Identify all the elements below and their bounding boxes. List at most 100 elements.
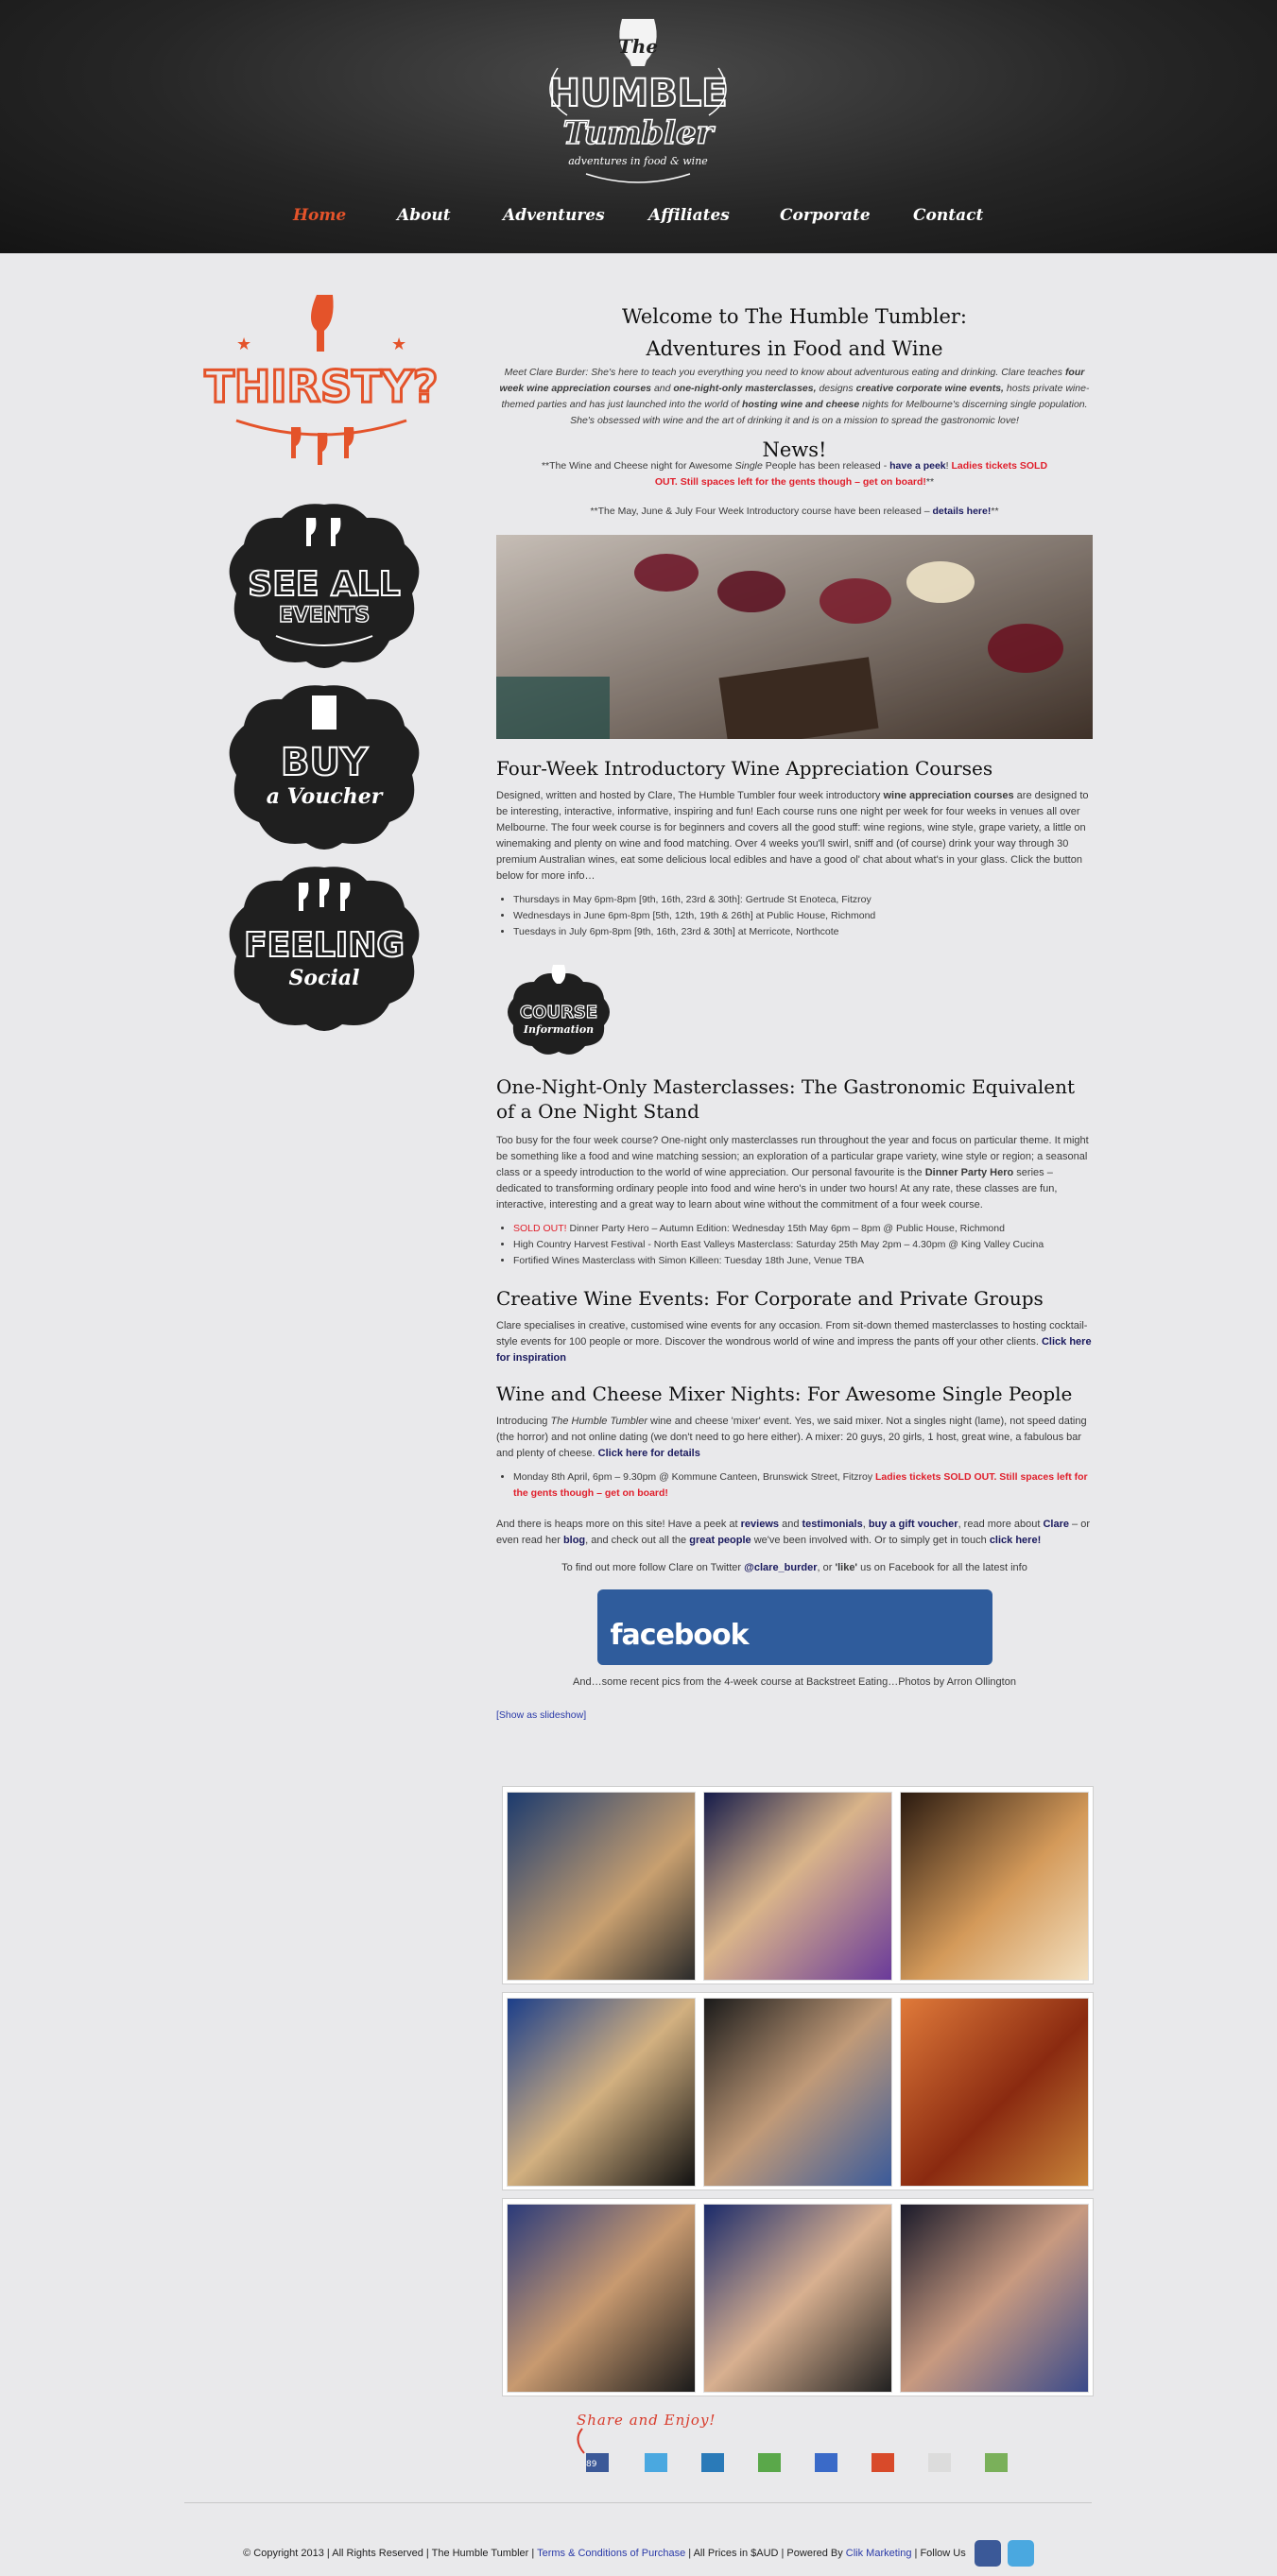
footer: © Copyright 2013 | All Rights Reserved |… [0, 2540, 1277, 2567]
gallery-thumb[interactable] [703, 2204, 892, 2393]
news-item-2: **The May, June & July Four Week Introdu… [590, 506, 999, 517]
badge-line1: FEELING [244, 926, 405, 965]
more-paragraph: And there is heaps more on this site! Ha… [496, 1519, 1090, 1546]
section-title-masterclasses: One-Night-Only Masterclasses: The Gastro… [496, 1075, 1076, 1123]
main-nav: Home About Adventures Affiliates Corpora… [0, 206, 1277, 234]
badge-line2: EVENTS [279, 604, 370, 627]
courses-paragraph: Designed, written and hosted by Clare, T… [496, 790, 1089, 882]
twitter-follow-icon[interactable] [1007, 2540, 1034, 2567]
facebook-like-box[interactable]: facebook [596, 1589, 992, 1665]
wine-glasses-photo [496, 535, 1093, 739]
great-people-link[interactable]: great people [689, 1535, 751, 1546]
svg-text:★: ★ [236, 335, 251, 353]
linkedin-share-icon [701, 2453, 724, 2472]
stumbleupon-share-icon [871, 2453, 894, 2472]
section-title-corporate: Creative Wine Events: For Corporate and … [496, 1287, 1044, 1310]
nav-affiliates[interactable]: Affiliates [648, 206, 730, 225]
gallery-thumb[interactable] [703, 1792, 892, 1981]
gallery-thumb[interactable] [900, 2204, 1089, 2393]
twitter-handle-link[interactable]: @clare_burder [744, 1562, 817, 1573]
photos-caption: And…some recent pics from the 4-week cou… [573, 1676, 1016, 1688]
list-item: Fortified Wines Masterclass with Simon K… [513, 1253, 1093, 1269]
facebook-logo: facebook [610, 1619, 750, 1652]
gallery-thumb[interactable] [900, 1792, 1089, 1981]
feeling-social-badge[interactable]: FEELING Social [219, 862, 429, 1032]
gift-voucher-link[interactable]: buy a gift voucher [869, 1519, 958, 1530]
course-btn-line1: COURSE [520, 1003, 597, 1022]
details-here-link[interactable]: details here! [933, 506, 992, 517]
facebook-follow-icon[interactable] [974, 2540, 1001, 2567]
nav-home[interactable]: Home [293, 206, 346, 225]
gallery-thumb[interactable] [507, 1792, 696, 1981]
badge-line1: SEE ALL [248, 565, 400, 604]
gallery-thumb[interactable] [703, 1998, 892, 2187]
reviews-link[interactable]: reviews [741, 1519, 779, 1530]
blog-link[interactable]: blog [563, 1535, 585, 1546]
welcome-title-2: Adventures in Food and Wine [646, 337, 943, 360]
show-slideshow-link[interactable]: [Show as slideshow] [496, 1709, 586, 1721]
badge-line2: a Voucher [267, 784, 384, 809]
masterclass-list: SOLD OUT! Dinner Party Hero – Autumn Edi… [496, 1221, 1093, 1269]
share-label: Share and Enjoy! [577, 2412, 716, 2429]
print-share-icon [985, 2453, 1008, 2472]
gallery-row [502, 1992, 1094, 2190]
badge-line2: Social [289, 966, 360, 990]
google-share-icon [815, 2453, 837, 2472]
thirsty-graphic[interactable]: THIRSTY? ★ ★ [180, 283, 463, 472]
logo-tumbler: Tumbler [562, 114, 715, 152]
nav-contact[interactable]: Contact [913, 206, 983, 225]
gallery-thumb[interactable] [507, 1998, 696, 2187]
see-all-events-badge[interactable]: SEE ALL EVENTS [219, 499, 429, 669]
list-item: Wednesdays in June 6pm-8pm [5th, 12th, 1… [513, 908, 1093, 924]
logo-tagline: adventures in food & wine [568, 155, 708, 167]
logo-the: The [618, 35, 658, 58]
list-item: High Country Harvest Festival - North Ea… [513, 1237, 1093, 1253]
gallery-thumb[interactable] [507, 2204, 696, 2393]
share-and-enjoy: Share and Enjoy! 89 [577, 2412, 1008, 2472]
intro-paragraph: Meet Clare Burder: She's here to teach y… [499, 367, 1090, 426]
mixer-list: Monday 8th April, 6pm – 9.30pm @ Kommune… [496, 1469, 1093, 1502]
list-item: Tuesdays in July 6pm-8pm [9th, 16th, 23r… [513, 924, 1093, 940]
main-content: Welcome to The Humble Tumbler: Adventure… [496, 301, 1093, 1724]
humble-tumbler-logo[interactable]: The HUMBLE Tumbler adventures in food & … [529, 11, 747, 191]
mixer-paragraph: Introducing The Humble Tumbler wine and … [496, 1416, 1087, 1459]
have-a-peek-link[interactable]: have a peek [889, 460, 946, 472]
email-share-icon [928, 2453, 951, 2472]
contact-click-here-link[interactable]: click here! [990, 1535, 1041, 1546]
list-item: Thursdays in May 6pm-8pm [9th, 16th, 23r… [513, 892, 1093, 908]
buy-voucher-badge[interactable]: BUY a Voucher [219, 680, 429, 850]
course-dates-list: Thursdays in May 6pm-8pm [9th, 16th, 23r… [496, 892, 1093, 940]
section-title-courses: Four-Week Introductory Wine Appreciation… [496, 757, 993, 780]
welcome-title-1: Welcome to The Humble Tumbler: [622, 305, 967, 328]
footer-divider [184, 2502, 1092, 2503]
svg-text:★: ★ [391, 335, 406, 353]
twitter-share-icon [645, 2453, 667, 2472]
list-item: SOLD OUT! Dinner Party Hero – Autumn Edi… [513, 1221, 1093, 1237]
terms-link[interactable]: Terms & Conditions of Purchase [537, 2548, 685, 2559]
badge-line1: BUY [281, 741, 369, 784]
mixer-details-link[interactable]: Click here for details [598, 1448, 700, 1459]
course-btn-line2: Information [523, 1023, 594, 1036]
news-title: News! [762, 438, 827, 461]
delicious-share-icon [758, 2453, 781, 2472]
share-count: 89 [586, 2460, 597, 2469]
clare-link[interactable]: Clare [1043, 1519, 1069, 1530]
masterclasses-paragraph: Too busy for the four week course? One-n… [496, 1135, 1089, 1211]
clik-marketing-link[interactable]: Clik Marketing [846, 2548, 912, 2559]
voucher-icon [312, 696, 337, 730]
thirsty-text: THIRSTY? [205, 361, 439, 412]
nav-about[interactable]: About [397, 206, 451, 225]
course-information-button[interactable]: COURSE Information [502, 961, 615, 1056]
nav-adventures[interactable]: Adventures [503, 206, 605, 225]
section-title-mixer: Wine and Cheese Mixer Nights: For Awesom… [496, 1382, 1073, 1405]
gallery-thumb[interactable] [900, 1998, 1089, 2187]
gallery-row [502, 2198, 1094, 2396]
wine-glass-icon [311, 295, 334, 352]
logo-humble: HUMBLE [548, 72, 727, 115]
nav-corporate[interactable]: Corporate [780, 206, 871, 225]
site-header: The HUMBLE Tumbler adventures in food & … [0, 0, 1277, 253]
follow-paragraph: To find out more follow Clare on Twitter… [561, 1562, 1027, 1573]
testimonials-link[interactable]: testimonials [802, 1519, 863, 1530]
list-item: Monday 8th April, 6pm – 9.30pm @ Kommune… [513, 1469, 1093, 1502]
news-item-1: **The Wine and Cheese night for Awesome … [541, 460, 1048, 488]
